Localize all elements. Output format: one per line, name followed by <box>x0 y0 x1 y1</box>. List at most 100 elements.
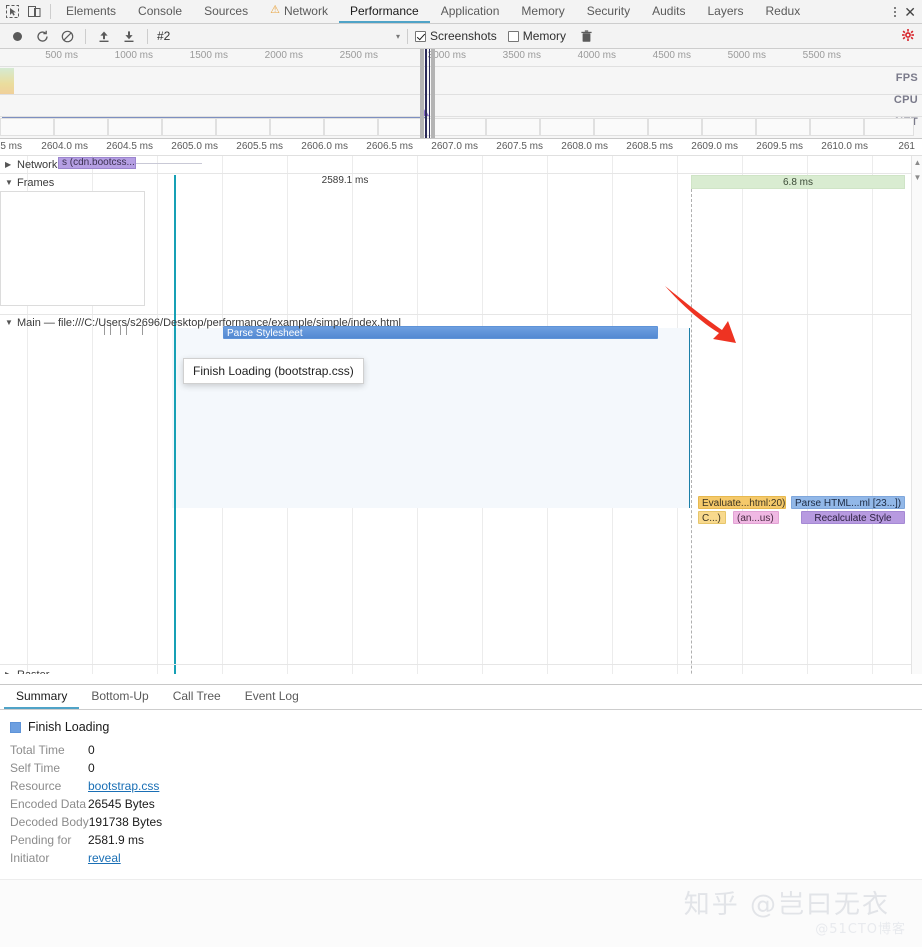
tab-audits[interactable]: Audits <box>641 0 696 23</box>
flame-event-parse-html[interactable]: Parse HTML...ml [23...]) <box>791 496 905 509</box>
screenshots-label: Screenshots <box>430 29 497 43</box>
details-pane: Summary Bottom-Up Call Tree Event Log Fi… <box>0 684 922 947</box>
summary-value: 26545 Bytes <box>88 797 155 811</box>
summary-key: Total Time <box>10 743 65 757</box>
frame-block-good[interactable]: 6.8 ms <box>691 175 905 189</box>
save-profile-button[interactable] <box>118 26 140 46</box>
summary-row: Self Time 0 <box>10 761 912 775</box>
tab-layers[interactable]: Layers <box>696 0 754 23</box>
tab-application[interactable]: Application <box>430 0 511 23</box>
timeline-overview[interactable]: 500 ms 1000 ms 1500 ms 2000 ms 2500 ms 3… <box>0 49 922 139</box>
reload-and-record-button[interactable] <box>31 26 53 46</box>
flame-event-compile-script[interactable]: C...) <box>698 511 726 524</box>
tab-bar-right-controls: ✕ <box>877 0 922 23</box>
resource-link[interactable]: bootstrap.css <box>88 779 159 793</box>
track-header-raster[interactable]: ▶ Raster <box>0 667 49 675</box>
track-label-network: Network <box>17 158 58 171</box>
overview-tick: 2500 ms <box>339 50 378 61</box>
initiator-link[interactable]: reveal <box>88 851 121 865</box>
flame-event-recalculate-style[interactable]: Recalculate Style <box>801 511 905 524</box>
track-header-network[interactable]: ▶ Network <box>0 157 57 172</box>
clear-recording-button[interactable] <box>56 26 78 46</box>
screenshots-checkbox[interactable]: Screenshots <box>415 29 497 43</box>
watermark-primary: 知乎 @岂曰无衣 <box>683 890 890 920</box>
tab-sources[interactable]: Sources <box>193 0 259 23</box>
track-divider <box>0 173 922 174</box>
track-label-raster: Raster <box>17 669 49 675</box>
device-toolbar-icon[interactable] <box>26 4 42 20</box>
detail-tick: 2604.0 ms <box>41 141 88 152</box>
summary-key: Encoded Data <box>10 797 87 811</box>
overview-tick: 2000 ms <box>264 50 303 61</box>
summary-key: Resource <box>10 779 62 793</box>
tab-label: Redux <box>765 3 801 18</box>
summary-row: Total Time 0 <box>10 743 912 757</box>
summary-header: Finish Loading <box>10 720 912 734</box>
chevron-right-icon: ▶ <box>5 160 12 169</box>
detail-tick: 2609.5 ms <box>756 141 803 152</box>
scroll-down-arrow-icon[interactable]: ▼ <box>912 173 922 182</box>
control-divider-1 <box>85 28 86 44</box>
overview-tick: 4000 ms <box>577 50 616 61</box>
tab-redux[interactable]: Redux <box>755 0 812 23</box>
tab-event-log[interactable]: Event Log <box>233 685 311 709</box>
recording-selector[interactable]: #2 ▾ <box>155 29 400 43</box>
track-label-frames: Frames <box>17 176 55 189</box>
gear-icon[interactable] <box>902 29 914 43</box>
frame-screenshot-placeholder[interactable] <box>0 191 145 306</box>
main-selected-range-edge <box>689 328 690 508</box>
tab-elements[interactable]: Elements <box>55 0 127 23</box>
tab-summary[interactable]: Summary <box>4 685 80 709</box>
timeline-cursor-line <box>174 175 176 674</box>
overview-tick: 5000 ms <box>727 50 766 61</box>
timeline-flame-chart[interactable]: ▶ Network s (cdn.bootcss.... ▼ Frames 25… <box>0 156 922 674</box>
summary-key: Initiator <box>10 851 50 865</box>
flame-event-label: Evaluate...html:20) <box>702 498 786 509</box>
tab-label: Network <box>283 3 328 18</box>
summary-row: Initiator reveal <box>10 851 912 865</box>
tab-security[interactable]: Security <box>576 0 641 23</box>
timeline-detail-ruler: .5 ms 2604.0 ms 2604.5 ms 2605.0 ms 2605… <box>0 139 922 156</box>
detail-tick: 2604.5 ms <box>106 141 153 152</box>
tab-memory[interactable]: Memory <box>510 0 575 23</box>
tab-network[interactable]: ⚠ Network <box>259 0 339 23</box>
scroll-up-arrow-icon[interactable]: ▲ <box>912 158 922 167</box>
summary-row: Resource bootstrap.css <box>10 779 912 793</box>
network-request-tail <box>136 163 202 164</box>
summary-value: 0 <box>88 761 95 775</box>
tab-performance[interactable]: Performance <box>338 0 430 23</box>
detail-tick: 2605.5 ms <box>236 141 283 152</box>
control-divider-3 <box>407 28 408 44</box>
track-header-main[interactable]: ▼ Main — file:///C:/Users/s2696/Desktop/… <box>0 315 401 330</box>
tab-console[interactable]: Console <box>127 0 193 23</box>
more-vertical-icon[interactable] <box>894 6 897 17</box>
summary-content: Finish Loading Total Time 0 Self Time 0 … <box>0 710 922 865</box>
detail-tick: .5 ms <box>0 141 22 152</box>
network-request-label: s (cdn.bootcss.... <box>62 157 136 168</box>
flame-event-anonymous-function[interactable]: (an...us) <box>733 511 779 524</box>
overview-fps-data <box>0 68 14 94</box>
inspect-element-icon[interactable] <box>4 4 20 20</box>
load-profile-button[interactable] <box>93 26 115 46</box>
flame-event-evaluate-script[interactable]: Evaluate...html:20) <box>698 496 786 509</box>
overview-tick: 1000 ms <box>114 50 153 61</box>
detail-tick: 2609.0 ms <box>691 141 738 152</box>
close-icon[interactable]: ✕ <box>904 5 916 19</box>
track-header-frames[interactable]: ▼ Frames <box>0 175 54 190</box>
detail-tick: 261 <box>898 141 915 152</box>
summary-value: 191738 Bytes <box>88 815 163 829</box>
flame-chart-scrollbar[interactable]: ▲ ▼ <box>911 156 922 674</box>
flame-event-label: Parse HTML...ml [23...]) <box>795 498 902 509</box>
trash-icon[interactable] <box>575 26 597 46</box>
overview-window-left-handle[interactable] <box>420 49 424 138</box>
tab-call-tree[interactable]: Call Tree <box>161 685 233 709</box>
overview-window-right-handle[interactable] <box>431 49 435 138</box>
memory-checkbox[interactable]: Memory <box>507 29 566 43</box>
network-request-bar[interactable]: s (cdn.bootcss.... <box>58 157 136 169</box>
record-button[interactable] <box>6 26 28 46</box>
tab-bottom-up[interactable]: Bottom-Up <box>79 685 160 709</box>
detail-tick: 2610.0 ms <box>821 141 868 152</box>
checkbox-box-checked <box>415 30 426 42</box>
summary-title: Finish Loading <box>28 720 110 734</box>
overview-tick: 4500 ms <box>652 50 691 61</box>
